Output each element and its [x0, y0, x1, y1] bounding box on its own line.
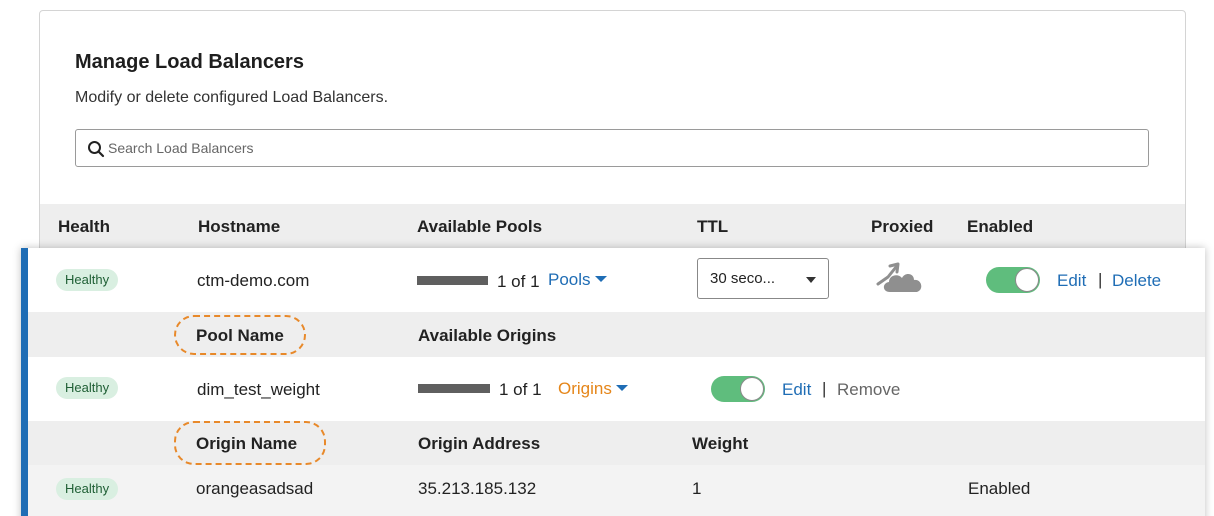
page-title: Manage Load Balancers — [75, 51, 304, 73]
search-icon — [88, 141, 105, 158]
pools-count: 1 of 1 — [497, 272, 540, 291]
column-header-enabled[interactable]: Enabled — [967, 217, 1033, 237]
search-box[interactable] — [75, 129, 1149, 167]
column-header-proxied[interactable]: Proxied — [871, 217, 933, 237]
origin-status-cell: Enabled — [968, 479, 1031, 498]
edit-pool-link[interactable]: Edit — [782, 380, 811, 400]
status-badge: Healthy — [56, 269, 119, 291]
pools-availability-bar — [417, 276, 488, 285]
pools-dropdown-link[interactable]: Pools — [548, 270, 607, 290]
chevron-down-icon — [806, 277, 816, 283]
cloud-proxied-icon — [876, 262, 922, 292]
action-separator: | — [822, 379, 827, 398]
origin-name-highlight — [174, 421, 326, 465]
column-header-health[interactable]: Health — [58, 217, 110, 237]
page-subtitle: Modify or delete configured Load Balance… — [75, 89, 389, 106]
toggle-knob — [740, 377, 764, 401]
origin-address-header: Origin Address — [418, 434, 541, 453]
load-balancer-enabled-toggle[interactable] — [986, 267, 1040, 293]
pool-name-cell: dim_test_weight — [197, 380, 320, 399]
pool-name-highlight — [174, 315, 306, 355]
weight-header: Weight — [692, 434, 749, 453]
edit-load-balancer-link[interactable]: Edit — [1057, 271, 1086, 291]
column-header-hostname[interactable]: Hostname — [198, 217, 280, 237]
column-header-pools[interactable]: Available Pools — [417, 217, 542, 237]
expanded-accent-bar — [21, 248, 28, 516]
action-separator: | — [1098, 270, 1103, 289]
available-origins-header: Available Origins — [418, 326, 557, 345]
table-header: Health Hostname Available Pools TTL Prox… — [40, 204, 1185, 248]
chevron-down-icon — [594, 276, 607, 282]
chevron-down-icon — [615, 385, 628, 391]
origin-address-cell: 35.213.185.132 — [418, 479, 537, 498]
status-badge: Healthy — [56, 478, 119, 500]
origin-name-cell: orangeasadsad — [196, 479, 314, 498]
origins-count: 1 of 1 — [499, 380, 542, 399]
origins-dropdown-link[interactable]: Origins — [558, 379, 628, 399]
remove-pool-link[interactable]: Remove — [837, 380, 900, 400]
ttl-select[interactable]: 30 seco... — [697, 258, 829, 299]
status-badge: Healthy — [56, 377, 119, 399]
column-header-ttl[interactable]: TTL — [697, 217, 728, 237]
hostname-cell: ctm-demo.com — [197, 271, 310, 290]
search-input[interactable] — [108, 130, 1138, 166]
delete-load-balancer-link[interactable]: Delete — [1112, 271, 1161, 291]
toggle-knob — [1015, 268, 1039, 292]
origin-weight-cell: 1 — [692, 479, 702, 498]
origins-availability-bar — [418, 384, 490, 393]
pool-enabled-toggle[interactable] — [711, 376, 765, 402]
